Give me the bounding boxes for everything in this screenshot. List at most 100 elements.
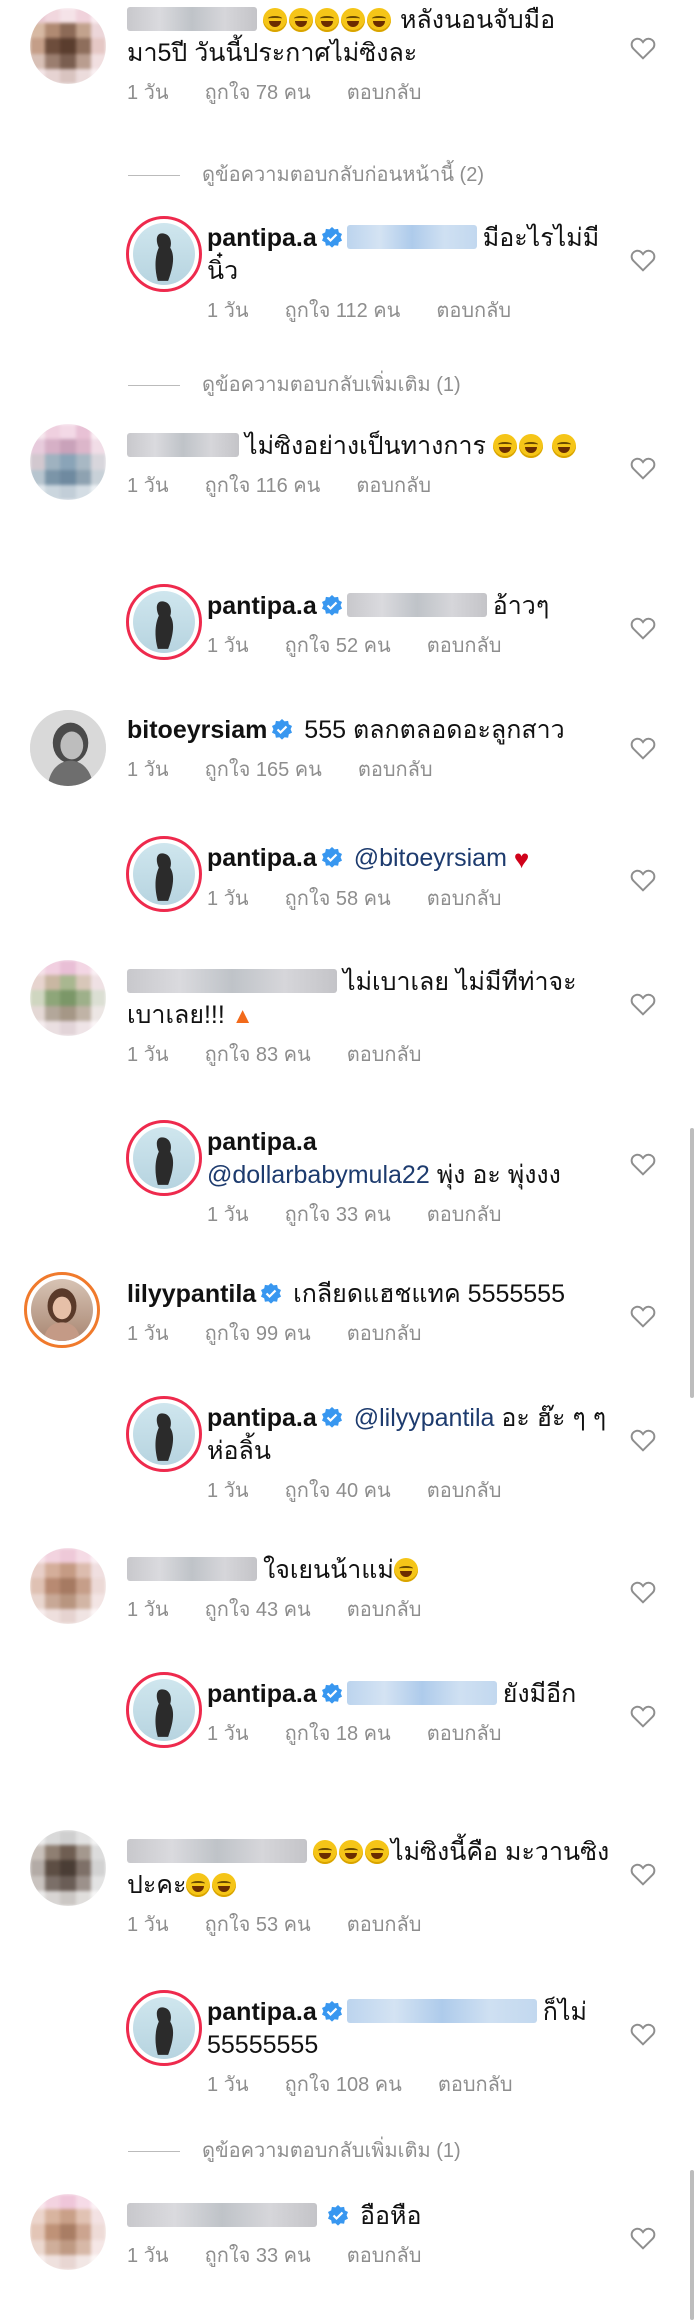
view-more-replies[interactable]: ดูข้อความตอบกลับเพิ่มเติม (1) xyxy=(128,368,461,400)
blurred-username[interactable] xyxy=(127,1839,307,1863)
avatar[interactable] xyxy=(30,1830,106,1906)
rofl-emoji-icon xyxy=(315,8,339,32)
heart-outline-icon[interactable] xyxy=(630,248,656,272)
comment-time: 1 วัน xyxy=(207,1723,249,1745)
reply-button[interactable]: ตอบกลับ xyxy=(347,1323,422,1345)
comment-likes[interactable]: ถูกใจ 58 คน xyxy=(285,888,391,910)
heart-outline-icon[interactable] xyxy=(630,2022,656,2046)
comment-likes[interactable]: ถูกใจ 33 คน xyxy=(285,1204,391,1226)
avatar[interactable] xyxy=(30,424,106,500)
avatar[interactable] xyxy=(30,1548,106,1624)
reply-button[interactable]: ตอบกลับ xyxy=(347,82,422,104)
comment-username[interactable]: pantipa.a xyxy=(207,224,317,252)
comment-likes[interactable]: ถูกใจ 33 คน xyxy=(205,2245,311,2267)
view-more-replies[interactable]: ดูข้อความตอบกลับเพิ่มเติม (1) xyxy=(128,2134,461,2166)
reply-button[interactable]: ตอบกลับ xyxy=(436,300,511,322)
comment-likes[interactable]: ถูกใจ 43 คน xyxy=(205,1599,311,1621)
avatar[interactable] xyxy=(126,216,202,292)
heart-outline-icon[interactable] xyxy=(630,2226,656,2250)
avatar[interactable] xyxy=(126,584,202,660)
blurred-mention[interactable] xyxy=(346,1681,497,1705)
comment-text-row: ไม่เบาเลย ไม่มีทีท่าจะเบาเลย!!! ▲ xyxy=(127,966,610,1032)
reply-button[interactable]: ตอบกลับ xyxy=(358,759,433,781)
comment-mention[interactable]: @lilyypantila xyxy=(354,1404,495,1432)
avatar-image xyxy=(133,1403,195,1465)
reply-button[interactable]: ตอบกลับ xyxy=(347,2245,422,2267)
comment-mention[interactable]: @dollarbabymula22 xyxy=(207,1161,430,1189)
heart-outline-icon[interactable] xyxy=(630,1152,656,1176)
blurred-username[interactable] xyxy=(127,969,337,993)
reply-button[interactable]: ตอบกลับ xyxy=(438,2074,513,2096)
comment-likes[interactable]: ถูกใจ 53 คน xyxy=(205,1914,311,1936)
avatar[interactable] xyxy=(30,710,106,786)
comment-likes[interactable]: ถูกใจ 165 คน xyxy=(205,759,322,781)
view-more-replies[interactable]: ดูข้อความตอบกลับก่อนหน้านี้ (2) xyxy=(128,158,484,190)
reply-button[interactable]: ตอบกลับ xyxy=(347,1914,422,1936)
scrollbar-thumb[interactable] xyxy=(690,2170,694,2320)
heart-outline-icon[interactable] xyxy=(630,868,656,892)
heart-outline-icon[interactable] xyxy=(630,992,656,1016)
heart-outline-icon[interactable] xyxy=(630,456,656,480)
heart-outline-icon[interactable] xyxy=(630,1704,656,1728)
comment-username[interactable]: pantipa.a xyxy=(207,1128,317,1156)
comment-username[interactable]: pantipa.a xyxy=(207,1680,317,1708)
heart-outline-icon[interactable] xyxy=(630,1862,656,1886)
view-more-label[interactable]: ดูข้อความตอบกลับเพิ่มเติม (1) xyxy=(202,374,461,396)
view-more-label[interactable]: ดูข้อความตอบกลับเพิ่มเติม (1) xyxy=(202,2140,461,2162)
reply-button[interactable]: ตอบกลับ xyxy=(427,1480,502,1502)
avatar[interactable] xyxy=(126,1990,202,2066)
comment-username[interactable]: lilyypantila xyxy=(127,1280,256,1308)
reply-button[interactable]: ตอบกลับ xyxy=(347,1599,422,1621)
comment-likes[interactable]: ถูกใจ 40 คน xyxy=(285,1480,391,1502)
avatar[interactable] xyxy=(126,836,202,912)
comment-username[interactable]: pantipa.a xyxy=(207,1404,317,1432)
comment-username[interactable]: pantipa.a xyxy=(207,592,317,620)
blurred-mention[interactable] xyxy=(346,593,487,617)
avatar[interactable] xyxy=(30,2194,106,2270)
blurred-username[interactable] xyxy=(127,7,257,31)
heart-outline-icon[interactable] xyxy=(630,1428,656,1452)
reply-button[interactable]: ตอบกลับ xyxy=(427,888,502,910)
reply-button[interactable]: ตอบกลับ xyxy=(347,1044,422,1066)
heart-outline-icon[interactable] xyxy=(630,1580,656,1604)
comment-likes[interactable]: ถูกใจ 78 คน xyxy=(205,82,311,104)
scrollbar-thumb[interactable] xyxy=(690,1128,694,1398)
heart-outline-icon[interactable] xyxy=(630,1304,656,1328)
comment-time: 1 วัน xyxy=(127,1599,169,1621)
blurred-username[interactable] xyxy=(127,1557,257,1581)
heart-outline-icon[interactable] xyxy=(630,36,656,60)
comment-likes[interactable]: ถูกใจ 52 คน xyxy=(285,635,391,657)
reply-button[interactable]: ตอบกลับ xyxy=(356,475,431,497)
comment-text-row: pantipa.a @bitoeyrsiam ♥ xyxy=(207,842,610,876)
comment-likes[interactable]: ถูกใจ 99 คน xyxy=(205,1323,311,1345)
comment-meta: 1 วัน ถูกใจ 108 คน ตอบกลับ xyxy=(207,2072,610,2098)
heart-outline-icon[interactable] xyxy=(630,736,656,760)
reply-button[interactable]: ตอบกลับ xyxy=(427,1204,502,1226)
comment-username[interactable]: pantipa.a xyxy=(207,844,317,872)
avatar[interactable] xyxy=(126,1672,202,1748)
avatar[interactable] xyxy=(126,1396,202,1472)
reply-button[interactable]: ตอบกลับ xyxy=(427,635,502,657)
view-more-label[interactable]: ดูข้อความตอบกลับก่อนหน้านี้ (2) xyxy=(202,164,484,186)
blurred-username[interactable] xyxy=(127,433,239,457)
comment-text-row: pantipa.a @dollarbabymula22 พุ่ง อะ พุ่งง… xyxy=(207,1126,610,1192)
blurred-username[interactable] xyxy=(127,2203,317,2227)
comment-likes[interactable]: ถูกใจ 108 คน xyxy=(285,2074,402,2096)
reply-button[interactable]: ตอบกลับ xyxy=(427,1723,502,1745)
blurred-mention[interactable] xyxy=(346,1999,537,2023)
comment-likes[interactable]: ถูกใจ 112 คน xyxy=(285,300,401,322)
comment-likes[interactable]: ถูกใจ 18 คน xyxy=(285,1723,391,1745)
comment-username[interactable]: bitoeyrsiam xyxy=(127,716,267,744)
comment-time: 1 วัน xyxy=(207,300,249,322)
heart-outline-icon[interactable] xyxy=(630,616,656,640)
avatar[interactable] xyxy=(126,1120,202,1196)
blurred-mention[interactable] xyxy=(346,225,477,249)
comment-username[interactable]: pantipa.a xyxy=(207,1998,317,2026)
avatar[interactable] xyxy=(30,960,106,1036)
avatar[interactable] xyxy=(24,1272,100,1348)
comment-likes[interactable]: ถูกใจ 83 คน xyxy=(205,1044,311,1066)
comment-likes[interactable]: ถูกใจ 116 คน xyxy=(205,475,321,497)
avatar-image xyxy=(133,1997,195,2059)
comment-mention[interactable]: @bitoeyrsiam xyxy=(354,844,507,872)
avatar[interactable] xyxy=(30,8,106,84)
